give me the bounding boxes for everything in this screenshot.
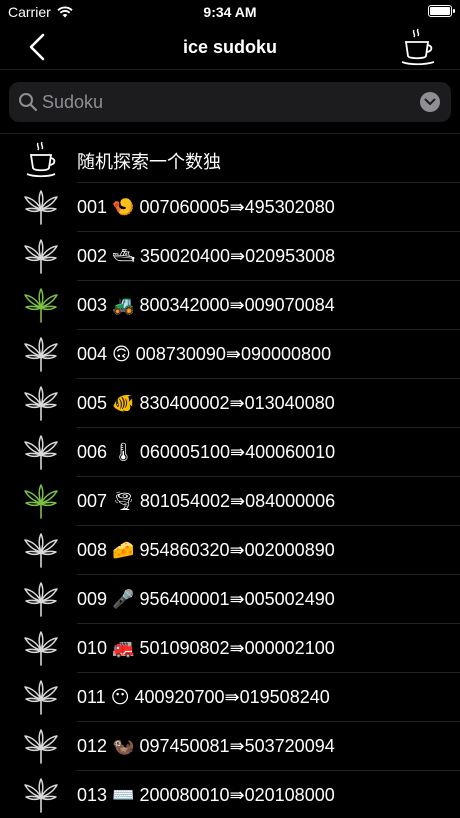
list-item[interactable]: 011 😶 400920700⇛019508240 — [0, 673, 460, 722]
list-item-label: 012 🦦 097450081⇛503720094 — [77, 736, 335, 756]
list-item-label: 010 🚒 501090802⇛000002100 — [77, 638, 335, 658]
list-item[interactable]: 001 🍤 007060005⇛495302080 — [0, 183, 460, 232]
leaf-icon — [24, 288, 58, 323]
search-icon — [19, 93, 38, 112]
nav-title: ice sudoku — [182, 37, 278, 57]
list-item[interactable]: 012 🦦 097450081⇛503720094 — [0, 722, 460, 771]
list-item[interactable]: 005 🐠 830400002⇛013040080 — [0, 379, 460, 428]
coffee-cup-icon — [26, 141, 56, 178]
list-item-label: 008 🧀 954860320⇛002000890 — [77, 540, 335, 560]
list-item-label: 005 🐠 830400002⇛013040080 — [77, 393, 335, 413]
list-item-label: 011 😶 400920700⇛019508240 — [77, 687, 330, 707]
battery-icon — [428, 5, 455, 17]
puzzle-list: 随机探索一个数独 001 🍤 007060005⇛495302080 002 🛥 3… — [0, 134, 460, 818]
list-item[interactable]: 004 🙃 008730090⇛090000800 — [0, 330, 460, 379]
leaf-icon — [24, 680, 58, 715]
list-item-label: 003 🚜 800342000⇛009070084 — [77, 295, 335, 315]
list-item-label: 001 🍤 007060005⇛495302080 — [77, 197, 335, 217]
leaf-icon — [24, 778, 58, 813]
list-item[interactable]: 008 🧀 954860320⇛002000890 — [0, 526, 460, 575]
list-item[interactable]: 003 🚜 800342000⇛009070084 — [0, 281, 460, 330]
leaf-icon — [24, 190, 58, 225]
coffee-cup-icon[interactable] — [400, 28, 436, 66]
list-item-label: 007 🌪 801054002⇛084000006 — [77, 491, 336, 511]
leaf-icon — [24, 729, 58, 764]
leaf-icon — [24, 484, 58, 519]
screen: Carrier 9:34 AM ice sudoku Sudoku 随机探索一个… — [0, 0, 460, 818]
leaf-icon — [24, 631, 58, 666]
list-item-label: 随机探索一个数独 — [77, 152, 221, 172]
list-item[interactable]: 006 🌡 060005100⇛400060010 — [0, 428, 460, 477]
list-item-label: 013 ⌨️ 200080010⇛020108000 — [77, 785, 335, 805]
list-item[interactable]: 013 ⌨️ 200080010⇛020108000 — [0, 771, 460, 818]
list-item-label: 006 🌡 060005100⇛400060010 — [77, 442, 336, 462]
leaf-icon — [24, 337, 58, 372]
leaf-icon — [24, 435, 58, 470]
status-bar: Carrier 9:34 AM — [0, 0, 460, 24]
search-bar[interactable] — [9, 82, 451, 122]
list-item-label: 004 🙃 008730090⇛090000800 — [77, 344, 332, 364]
chevron-down-icon[interactable] — [420, 92, 440, 112]
list-item[interactable]: 009 🎤 956400001⇛005002490 — [0, 575, 460, 624]
leaf-icon — [24, 386, 58, 421]
status-right — [428, 5, 455, 17]
list-item-label: 009 🎤 956400001⇛005002490 — [77, 589, 335, 609]
list-item[interactable]: 010 🚒 501090802⇛000002100 — [0, 624, 460, 673]
leaf-icon — [24, 239, 58, 274]
nav-bar: ice sudoku — [0, 24, 460, 70]
leaf-icon — [24, 582, 58, 617]
status-time: 9:34 AM — [203, 4, 257, 20]
list-item-label: 002 🛥 350020400⇛020953008 — [77, 246, 336, 266]
list-item[interactable]: 007 🌪 801054002⇛084000006 — [0, 477, 460, 526]
random-sudoku-row[interactable]: 随机探索一个数独 — [0, 134, 460, 183]
leaf-icon — [24, 533, 58, 568]
list-item[interactable]: 002 🛥 350020400⇛020953008 — [0, 232, 460, 281]
search-input[interactable] — [42, 87, 412, 117]
